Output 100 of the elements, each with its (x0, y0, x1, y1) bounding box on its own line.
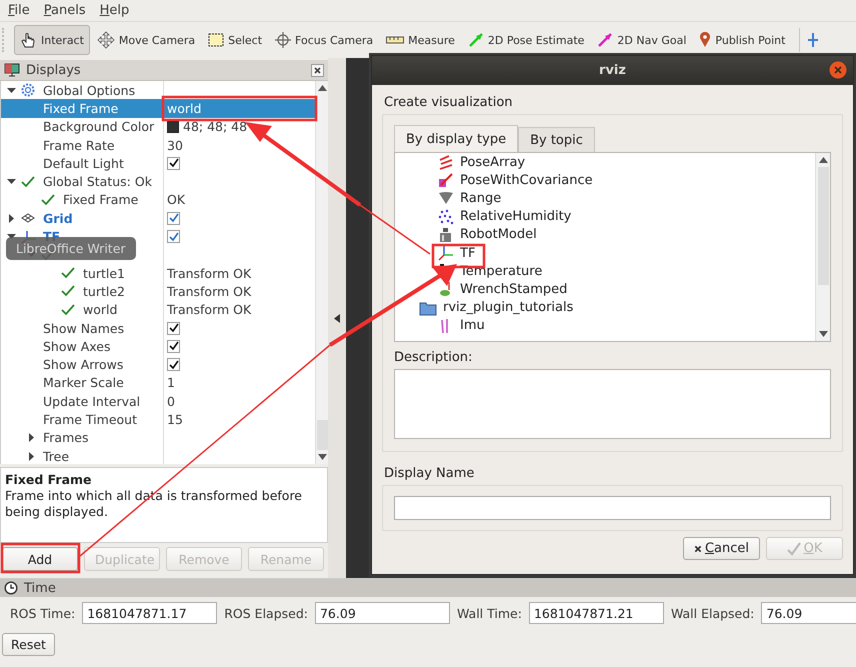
property-name: Frame Rate (42, 138, 115, 153)
checkbox[interactable] (167, 230, 180, 244)
property-value: OK (167, 192, 186, 208)
arrow-icon (597, 32, 614, 48)
list-item[interactable]: PoseArray (395, 153, 815, 172)
tool-button[interactable]: Interact (14, 25, 90, 55)
tool-button[interactable]: 2D Pose Estimate (462, 25, 590, 55)
select-icon (208, 33, 224, 47)
check-icon (786, 542, 801, 556)
color-swatch[interactable] (167, 120, 179, 133)
field-label: ROS Time: (10, 606, 76, 620)
property-value: Transform OK (167, 284, 252, 299)
tree-row[interactable]: Frame Timeout 15 (1, 410, 315, 429)
list-item[interactable]: RelativeHumidity (395, 208, 815, 226)
tree-row[interactable]: Background Color 48; 48; 48 (1, 118, 315, 136)
list-item[interactable]: Range (395, 189, 815, 208)
property-name: Frames (42, 430, 88, 446)
input-field[interactable]: 76.09 (761, 602, 856, 624)
list-item[interactable]: Imu (395, 316, 815, 335)
scrollbar[interactable] (315, 81, 328, 464)
property-name: Global Options (42, 82, 136, 98)
menu-item[interactable]: Help (100, 3, 130, 18)
collapse-left-icon[interactable] (334, 314, 340, 322)
collapse-arrow-icon[interactable] (6, 214, 16, 223)
panel-button[interactable]: Add (2, 547, 78, 571)
tree-row[interactable]: turtle1 Transform OK (1, 264, 315, 282)
menu-item[interactable]: Panels (44, 3, 86, 18)
tool-button[interactable]: Select (203, 25, 268, 55)
tool-button[interactable]: Focus Camera (270, 25, 380, 55)
scroll-up-icon[interactable] (818, 157, 828, 163)
tree-row[interactable]: Grid (1, 209, 315, 228)
scroll-down-icon[interactable] (818, 331, 828, 337)
tree-row[interactable]: Show Arrows (1, 355, 315, 374)
tree-row[interactable]: Frames (1, 428, 315, 447)
list-item[interactable]: TF (395, 244, 815, 262)
tree-row[interactable]: Fixed Frame world (1, 99, 315, 118)
move-icon (96, 31, 115, 49)
grid-icon (21, 213, 35, 224)
tree-row[interactable]: world Transform OK (1, 300, 315, 319)
property-name: Global Status: Ok (42, 174, 152, 190)
list-item[interactable]: PoseWithCovariance (395, 171, 815, 190)
scroll-thumb[interactable] (316, 420, 328, 450)
tree-row[interactable]: Frame Rate 30 (1, 136, 315, 154)
list-item[interactable]: rviz_plugin_tutorials (395, 298, 815, 317)
close-icon[interactable] (829, 61, 847, 79)
property-value: 1 (167, 375, 175, 390)
expand-arrow-icon[interactable] (6, 86, 16, 95)
input-field[interactable]: 76.09 (314, 602, 450, 624)
checkbox[interactable] (167, 322, 180, 334)
reset-button[interactable]: Reset (2, 633, 55, 656)
scroll-down-icon[interactable] (318, 454, 326, 460)
input-field[interactable]: 1681047871.21 (528, 602, 664, 624)
tree-row[interactable]: Default Light (1, 154, 315, 172)
hand-icon (19, 31, 37, 49)
tree-row[interactable]: Show Names (1, 318, 315, 338)
checkbox[interactable] (167, 358, 180, 372)
tree-row[interactable]: Marker Scale 1 (1, 374, 315, 392)
tab[interactable]: By topic (518, 127, 595, 152)
plus-icon[interactable] (808, 32, 818, 48)
input-field[interactable]: 1681047871.17 (82, 602, 218, 624)
tool-button[interactable]: Publish Point (694, 25, 792, 55)
tree-row[interactable]: Fixed Frame OK (1, 190, 315, 210)
arrow-icon (438, 172, 454, 188)
tab[interactable]: By display type (394, 125, 518, 152)
collapse-arrow-icon[interactable] (26, 452, 36, 461)
dialog-button[interactable]: Cancel (683, 537, 760, 560)
field-label: Wall Elapsed: (670, 606, 754, 620)
menu-item[interactable]: File (8, 3, 30, 18)
tree-row[interactable]: Global Status: Ok (1, 172, 315, 191)
property-name: Fixed Frame (42, 100, 118, 116)
property-name: Update Interval (42, 394, 140, 409)
checkbox[interactable] (167, 212, 180, 225)
checkbox[interactable] (167, 156, 180, 170)
tool-button[interactable]: Move Camera (92, 25, 202, 55)
property-value: world (167, 100, 202, 116)
tool-button[interactable]: Measure (381, 25, 461, 55)
ruler-icon (386, 36, 404, 44)
scrollbar[interactable] (815, 153, 830, 341)
tree-row[interactable]: turtle2 Transform OK (1, 282, 315, 301)
panel-title: Displays (26, 62, 81, 78)
close-icon[interactable] (311, 64, 324, 76)
check-icon (61, 267, 75, 280)
clock-icon (4, 581, 18, 595)
scroll-up-icon[interactable] (318, 85, 326, 91)
list-item[interactable]: WrenchStamped (395, 280, 815, 298)
list-item[interactable]: RobotModel (395, 226, 815, 244)
checkbox[interactable] (167, 340, 180, 353)
field-label: ROS Elapsed: (224, 606, 308, 620)
arrow-icon (468, 32, 484, 48)
input-field[interactable] (394, 496, 831, 520)
property-value: 15 (167, 412, 183, 427)
tree-row[interactable]: Show Axes (1, 337, 315, 356)
collapse-arrow-icon[interactable] (26, 433, 36, 442)
tool-button[interactable]: 2D Nav Goal (592, 25, 692, 55)
property-name: Fixed Frame (62, 192, 138, 208)
property-name: Show Names (42, 320, 124, 336)
scroll-thumb[interactable] (818, 167, 828, 285)
tree-row[interactable]: Update Interval 0 (1, 392, 315, 410)
expand-arrow-icon[interactable] (6, 177, 16, 186)
tree-row[interactable]: Tree (1, 446, 315, 464)
